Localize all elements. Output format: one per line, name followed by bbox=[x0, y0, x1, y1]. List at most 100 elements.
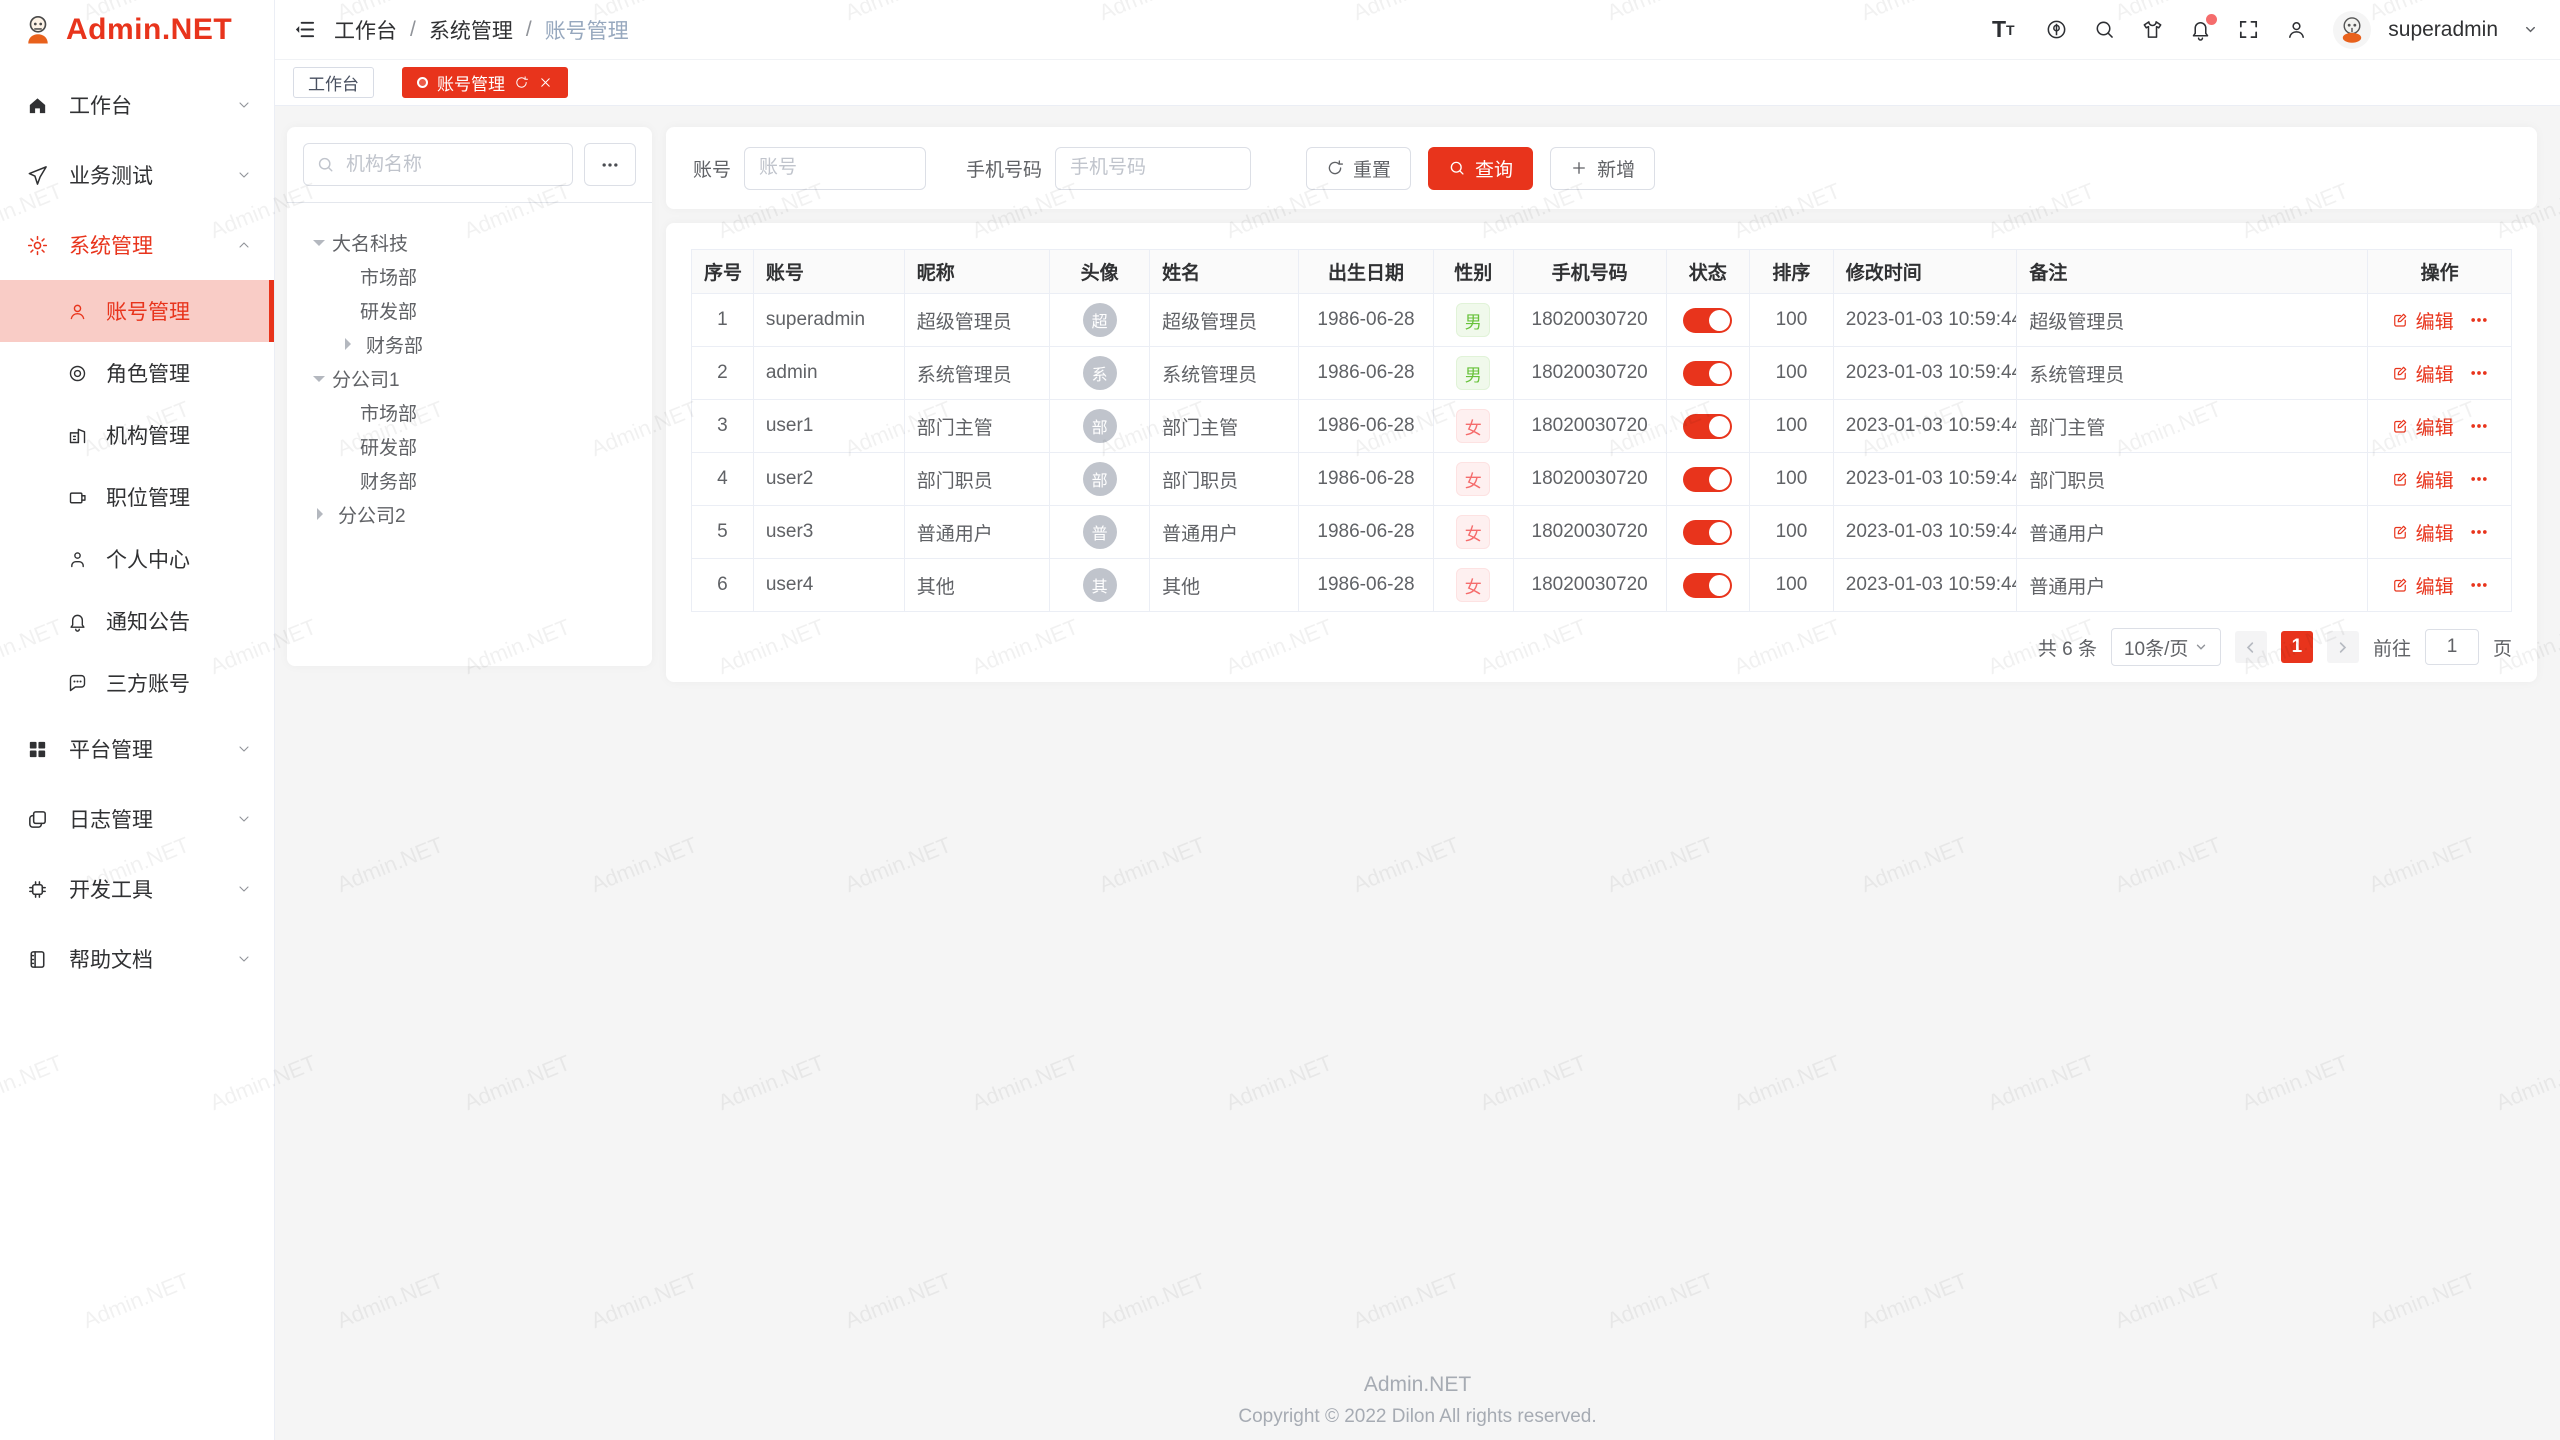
close-icon[interactable] bbox=[538, 75, 553, 90]
sidebar-item-system-management[interactable]: 系统管理 bbox=[0, 210, 274, 280]
sidebar-item-log-management[interactable]: 日志管理 bbox=[0, 784, 274, 854]
serial-cell: 4 bbox=[692, 453, 754, 506]
refresh-icon[interactable] bbox=[514, 75, 529, 90]
org-search-input[interactable] bbox=[344, 153, 560, 177]
nickname-cell: 其他 bbox=[904, 559, 1049, 612]
avatar[interactable]: 普 bbox=[1083, 515, 1117, 549]
sidebar-item-business-test[interactable]: 业务测试 bbox=[0, 140, 274, 210]
ops-cell: 编辑 bbox=[2368, 294, 2512, 347]
sidebar-item-notice[interactable]: 通知公告 bbox=[0, 590, 274, 652]
sidebar-item-dev-tools[interactable]: 开发工具 bbox=[0, 854, 274, 924]
username[interactable]: superadmin bbox=[2388, 18, 2498, 42]
avatar[interactable] bbox=[2333, 11, 2371, 49]
edit-button[interactable]: 编辑 bbox=[2391, 466, 2454, 493]
chevron-down-icon[interactable] bbox=[2523, 22, 2538, 37]
chevron-down-icon bbox=[236, 741, 252, 757]
book-icon bbox=[26, 948, 49, 971]
goto-page-input[interactable] bbox=[2425, 629, 2479, 665]
sidebar-item-position-management[interactable]: 职位管理 bbox=[0, 466, 274, 528]
more-actions-button[interactable] bbox=[2469, 310, 2489, 330]
brand[interactable]: Admin.NET bbox=[0, 0, 274, 60]
tree-node[interactable]: 分公司1 bbox=[297, 361, 642, 395]
sidebar-item-platform-management[interactable]: 平台管理 bbox=[0, 714, 274, 784]
sidebar-item-account-management[interactable]: 账号管理 bbox=[0, 280, 274, 342]
more-dots-icon bbox=[600, 155, 620, 175]
serial-cell: 5 bbox=[692, 506, 754, 559]
tree-node[interactable]: 财务部 bbox=[297, 327, 642, 361]
theme-icon[interactable] bbox=[2141, 18, 2164, 41]
phone-filter-input[interactable] bbox=[1055, 147, 1251, 190]
column-header: 备注 bbox=[2017, 250, 2368, 294]
chip-icon bbox=[26, 878, 49, 901]
edit-button[interactable]: 编辑 bbox=[2391, 519, 2454, 546]
next-page-button[interactable] bbox=[2327, 631, 2359, 663]
tree-node[interactable]: 研发部 bbox=[297, 429, 642, 463]
edit-button[interactable]: 编辑 bbox=[2391, 413, 2454, 440]
avatar[interactable]: 其 bbox=[1083, 568, 1117, 602]
sidebar-item-org-management[interactable]: 机构管理 bbox=[0, 404, 274, 466]
more-actions-button[interactable] bbox=[2469, 363, 2489, 383]
caret-right-icon bbox=[317, 508, 329, 520]
collapse-menu-icon[interactable] bbox=[293, 18, 316, 41]
avatar[interactable]: 部 bbox=[1083, 409, 1117, 443]
more-actions-button[interactable] bbox=[2469, 575, 2489, 595]
sort-cell: 100 bbox=[1750, 506, 1834, 559]
status-toggle[interactable] bbox=[1683, 520, 1732, 545]
remark-cell: 部门职员 bbox=[2017, 453, 2368, 506]
status-toggle[interactable] bbox=[1683, 467, 1732, 492]
add-button[interactable]: 新增 bbox=[1550, 147, 1655, 190]
current-page[interactable]: 1 bbox=[2281, 631, 2313, 663]
font-size-icon[interactable]: TT bbox=[1986, 18, 2020, 41]
sidebar-item-personal-center[interactable]: 个人中心 bbox=[0, 528, 274, 590]
status-toggle[interactable] bbox=[1683, 361, 1732, 386]
sidebar-item-help-docs[interactable]: 帮助文档 bbox=[0, 924, 274, 994]
sidebar-item-role-management[interactable]: 角色管理 bbox=[0, 342, 274, 404]
edit-button[interactable]: 编辑 bbox=[2391, 307, 2454, 334]
avatar: 部 bbox=[1050, 453, 1150, 506]
tree-node[interactable]: 财务部 bbox=[297, 463, 642, 497]
content: 大名科技市场部研发部财务部分公司1市场部研发部财务部分公司2 账号 手机号码 重… bbox=[275, 106, 2560, 1440]
breadcrumb-item-workbench[interactable]: 工作台 bbox=[334, 15, 397, 45]
fullscreen-icon[interactable] bbox=[2237, 18, 2260, 41]
pagination-total: 共 6 条 bbox=[2038, 634, 2097, 661]
notification-bell-icon[interactable] bbox=[2189, 18, 2212, 41]
more-actions-button[interactable] bbox=[2469, 469, 2489, 489]
tree-node[interactable]: 市场部 bbox=[297, 259, 642, 293]
chevron-up-icon bbox=[236, 237, 252, 253]
more-actions-button[interactable] bbox=[2469, 416, 2489, 436]
status-toggle[interactable] bbox=[1683, 308, 1732, 333]
edit-button[interactable]: 编辑 bbox=[2391, 572, 2454, 599]
profile-icon[interactable] bbox=[2285, 18, 2308, 41]
tab-workbench[interactable]: 工作台 bbox=[293, 67, 374, 98]
org-search-field[interactable] bbox=[303, 143, 573, 186]
tab-account-management[interactable]: 账号管理 bbox=[402, 67, 568, 98]
tree-more-button[interactable] bbox=[584, 143, 636, 186]
column-header: 状态 bbox=[1666, 250, 1750, 294]
search-icon[interactable] bbox=[2093, 18, 2116, 41]
tree-node[interactable]: 分公司2 bbox=[297, 497, 642, 531]
account-filter-input[interactable] bbox=[744, 147, 926, 190]
page-size-select[interactable]: 10条/页 bbox=[2111, 628, 2221, 666]
avatar[interactable]: 系 bbox=[1083, 356, 1117, 390]
more-actions-button[interactable] bbox=[2469, 522, 2489, 542]
tree-node[interactable]: 研发部 bbox=[297, 293, 642, 327]
edit-button[interactable]: 编辑 bbox=[2391, 360, 2454, 387]
sidebar-item-label: 开发工具 bbox=[69, 874, 236, 904]
goto-label: 前往 bbox=[2373, 634, 2411, 661]
sidebar-item-workbench[interactable]: 工作台 bbox=[0, 70, 274, 140]
avatar[interactable]: 超 bbox=[1083, 303, 1117, 337]
tree-node[interactable]: 大名科技 bbox=[297, 225, 642, 259]
tree-node[interactable]: 市场部 bbox=[297, 395, 642, 429]
sort-cell: 100 bbox=[1750, 453, 1834, 506]
reset-button[interactable]: 重置 bbox=[1306, 147, 1411, 190]
avatar[interactable]: 部 bbox=[1083, 462, 1117, 496]
phone-cell: 18020030720 bbox=[1513, 347, 1666, 400]
sidebar-item-third-party-account[interactable]: 三方账号 bbox=[0, 652, 274, 714]
status-toggle[interactable] bbox=[1683, 414, 1732, 439]
query-button[interactable]: 查询 bbox=[1428, 147, 1533, 190]
breadcrumb-item-system[interactable]: 系统管理 bbox=[429, 15, 513, 45]
prev-page-button[interactable] bbox=[2235, 631, 2267, 663]
language-icon[interactable] bbox=[2045, 18, 2068, 41]
status-toggle[interactable] bbox=[1683, 573, 1732, 598]
phone-cell: 18020030720 bbox=[1513, 294, 1666, 347]
